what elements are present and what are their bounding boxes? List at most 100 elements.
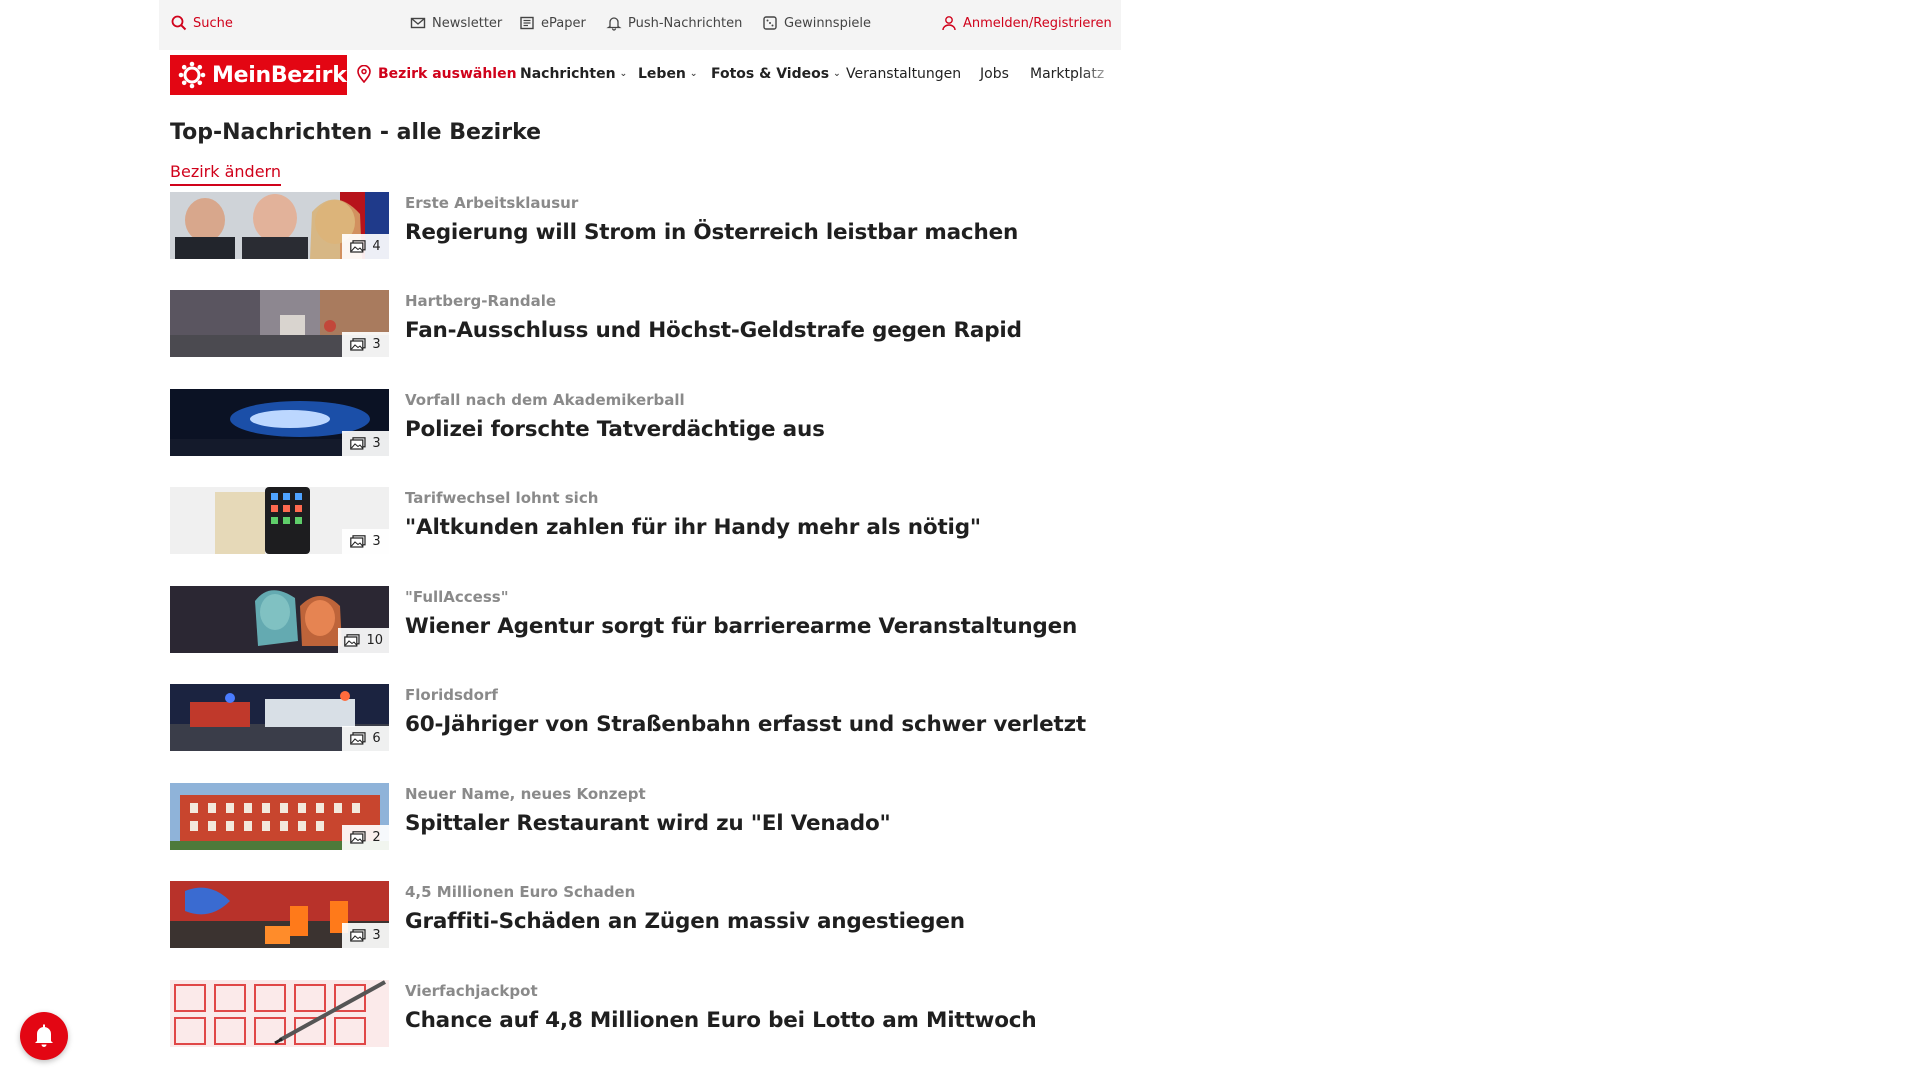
image-count-badge: 2 — [342, 825, 389, 850]
article-headline[interactable]: Chance auf 4,8 Millionen Euro bei Lotto … — [405, 1008, 1037, 1033]
gallery-icon — [350, 535, 366, 548]
article-kicker: Neuer Name, neues Konzept — [405, 785, 646, 803]
image-count-badge: 3 — [342, 923, 389, 948]
article-item[interactable]: 3 Vorfall nach dem Akademikerball Polize… — [170, 389, 1110, 457]
image-count-badge: 4 — [342, 234, 389, 259]
article-headline[interactable]: Polizei forschte Tatverdächtige aus — [405, 417, 825, 442]
image-count: 3 — [372, 337, 381, 352]
dice-icon — [763, 16, 777, 30]
article-item[interactable]: 3 Hartberg-Randale Fan-Ausschluss und Hö… — [170, 290, 1110, 358]
newsletter-label: Newsletter — [432, 15, 503, 31]
image-count-badge: 10 — [338, 628, 389, 653]
search-label: Suche — [193, 15, 233, 31]
nav-item-label: Fotos & Videos — [711, 66, 830, 82]
image-count: 10 — [366, 633, 383, 648]
article-thumbnail[interactable]: 3 — [170, 881, 389, 948]
article-kicker: Erste Arbeitsklausur — [405, 194, 579, 212]
location-pin-icon — [357, 65, 371, 83]
image-count: 2 — [372, 830, 381, 845]
article-item[interactable]: Vierfachjackpot Chance auf 4,8 Millionen… — [170, 980, 1110, 1048]
login-label: Anmelden/Registrieren — [963, 15, 1112, 31]
login-link[interactable]: Anmelden/Registrieren — [941, 15, 1112, 31]
envelope-icon — [410, 17, 426, 29]
user-icon — [942, 16, 956, 31]
nav-item-leben[interactable]: Leben ⌄ — [638, 66, 697, 82]
image-count-badge: 6 — [342, 726, 389, 751]
image-count: 3 — [372, 534, 381, 549]
image-count: 4 — [372, 239, 381, 254]
gallery-icon — [344, 634, 361, 647]
article-thumbnail[interactable]: 3 — [170, 487, 389, 554]
article-thumbnail[interactable]: 4 — [170, 192, 389, 259]
epaper-label: ePaper — [541, 15, 586, 31]
nav-item-nachrichten[interactable]: Nachrichten ⌄ — [520, 66, 627, 82]
contests-link[interactable]: Gewinnspiele — [762, 15, 871, 31]
utility-bar: Suche Newsletter ePaper Push-Nachrichten… — [159, 0, 1121, 46]
bell-icon — [35, 1024, 53, 1047]
bell-outline-icon — [606, 17, 622, 31]
thumbnail-image — [170, 980, 389, 1047]
main-content: Top-Nachrichten - alle Bezirke Bezirk än… — [159, 100, 1121, 1080]
article-headline[interactable]: 60-Jähriger von Straßenbahn erfasst und … — [405, 712, 1086, 737]
sun-logo-icon — [178, 61, 206, 89]
article-kicker: Hartberg-Randale — [405, 292, 557, 310]
article-kicker: 4,5 Millionen Euro Schaden — [405, 883, 636, 901]
article-kicker: "FullAccess" — [405, 588, 509, 606]
gallery-icon — [350, 929, 366, 942]
push-link[interactable]: Push-Nachrichten — [606, 15, 742, 31]
gallery-icon — [350, 338, 366, 351]
gallery-icon — [350, 437, 366, 450]
article-thumbnail[interactable]: 3 — [170, 290, 389, 357]
article-item[interactable]: 3 Tarifwechsel lohnt sich "Altkunden zah… — [170, 487, 1110, 555]
logo-text: MeinBezirk — [212, 62, 347, 88]
nav-item-label: Jobs — [980, 66, 1009, 82]
nav-item-label: Veranstaltungen — [846, 66, 962, 82]
nav-item-veranstaltungen[interactable]: Veranstaltungen — [846, 66, 961, 82]
article-thumbnail[interactable]: 2 — [170, 783, 389, 850]
article-kicker: Floridsdorf — [405, 686, 498, 704]
article-headline[interactable]: Graffiti-Schäden an Zügen massiv angesti… — [405, 909, 965, 934]
article-thumbnail[interactable]: 10 — [170, 586, 389, 653]
change-bezirk-link[interactable]: Bezirk ändern — [170, 162, 281, 186]
article-item[interactable]: 6 Floridsdorf 60-Jähriger von Straßenbah… — [170, 684, 1110, 752]
article-thumbnail[interactable] — [170, 980, 389, 1047]
article-item[interactable]: 2 Neuer Name, neues Konzept Spittaler Re… — [170, 783, 1110, 851]
chevron-down-icon: ⌄ — [833, 69, 841, 79]
article-headline[interactable]: "Altkunden zahlen für ihr Handy mehr als… — [405, 515, 981, 540]
search-link[interactable]: Suche — [171, 15, 233, 31]
article-kicker: Tarifwechsel lohnt sich — [405, 489, 599, 507]
nav-fade-overlay — [1081, 50, 1121, 100]
article-headline[interactable]: Wiener Agentur sorgt für barrierearme Ve… — [405, 614, 1077, 639]
article-item[interactable]: 3 4,5 Millionen Euro Schaden Graffiti-Sc… — [170, 881, 1110, 949]
nav-item-fotos-videos[interactable]: Fotos & Videos ⌄ — [711, 66, 841, 82]
newspaper-icon — [520, 16, 534, 30]
epaper-link[interactable]: ePaper — [519, 15, 586, 31]
gallery-icon — [350, 732, 366, 745]
article-thumbnail[interactable]: 6 — [170, 684, 389, 751]
article-item[interactable]: 4 Erste Arbeitsklausur Regierung will St… — [170, 192, 1110, 260]
article-item[interactable]: 10 "FullAccess" Wiener Agentur sorgt für… — [170, 586, 1110, 654]
push-notification-button[interactable] — [20, 1012, 68, 1060]
nav-item-label: Nachrichten — [520, 66, 616, 82]
page-container: Suche Newsletter ePaper Push-Nachrichten… — [159, 0, 1121, 1080]
nav-item-jobs[interactable]: Jobs — [980, 66, 1009, 82]
search-icon — [171, 15, 187, 31]
article-headline[interactable]: Fan-Ausschluss und Höchst-Geldstrafe geg… — [405, 318, 1022, 343]
page-title: Top-Nachrichten - alle Bezirke — [170, 120, 542, 145]
contests-label: Gewinnspiele — [784, 15, 872, 31]
image-count: 3 — [372, 436, 381, 451]
image-count: 6 — [372, 731, 381, 746]
gallery-icon — [350, 240, 366, 253]
chevron-down-icon: ⌄ — [619, 69, 628, 79]
logo[interactable]: MeinBezirk — [170, 55, 347, 95]
article-kicker: Vierfachjackpot — [405, 982, 538, 1000]
image-count: 3 — [372, 928, 381, 943]
main-nav: MeinBezirk Bezirk auswählen Nachrichten … — [159, 50, 1121, 100]
article-headline[interactable]: Spittaler Restaurant wird zu "El Venado" — [405, 811, 891, 836]
article-headline[interactable]: Regierung will Strom in Österreich leist… — [405, 220, 1018, 245]
image-count-badge: 3 — [342, 431, 389, 456]
image-count-badge: 3 — [342, 332, 389, 357]
bezirk-select-button[interactable]: Bezirk auswählen — [356, 65, 517, 83]
newsletter-link[interactable]: Newsletter — [410, 15, 502, 31]
article-thumbnail[interactable]: 3 — [170, 389, 389, 456]
